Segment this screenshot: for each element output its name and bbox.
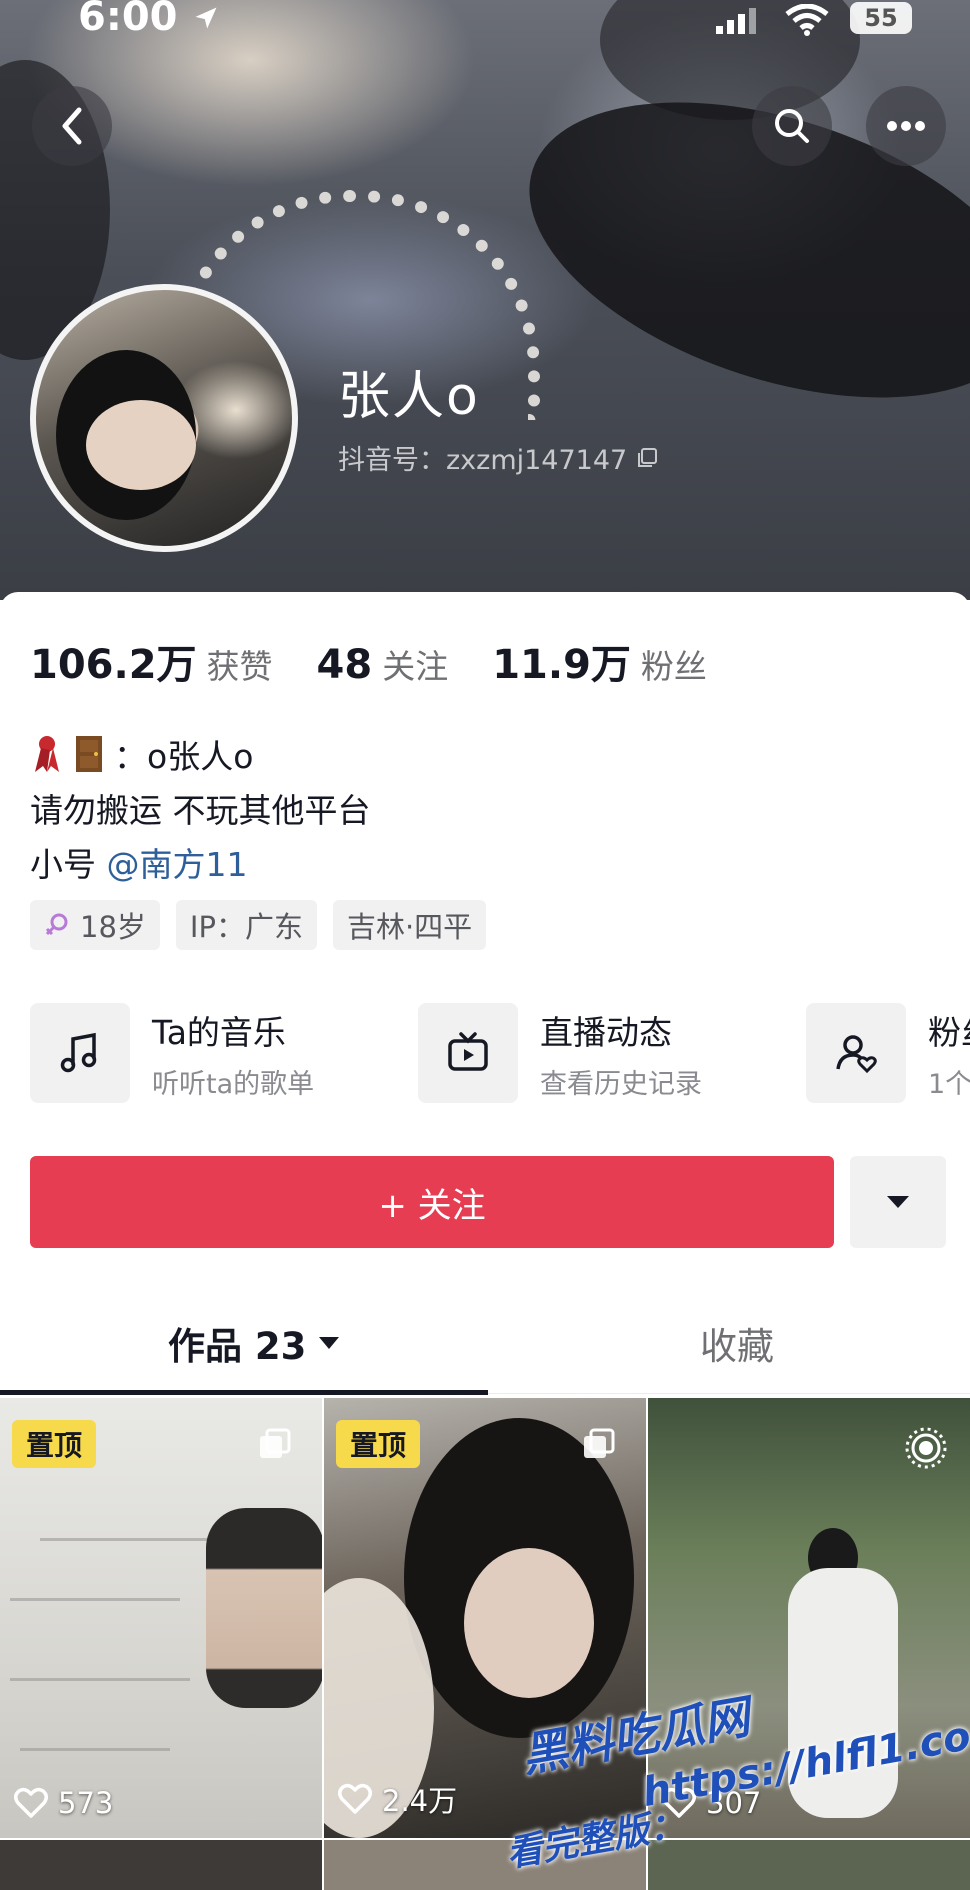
video-tile[interactable]: [0, 1840, 322, 1890]
music-note-icon: [60, 1032, 97, 1073]
status-bar: 6:00 55: [0, 0, 970, 40]
heart-icon: [338, 1783, 372, 1814]
tv-icon: [448, 1032, 488, 1071]
active-tab-indicator: [0, 1390, 488, 1395]
feature-fan-group[interactable]: 粉丝 1个: [806, 1003, 970, 1103]
video-likes-count: 2.4万: [382, 1784, 458, 1818]
douyin-id-text: 抖音号：zxzmj147147: [338, 445, 628, 476]
tab-works-label: 作品 23: [168, 1325, 307, 1368]
status-time: 6:00: [78, 0, 178, 40]
feature-live-history[interactable]: 直播动态 查看历史记录: [418, 1003, 702, 1103]
feature-shortcuts: Ta的音乐 听听ta的歌单 直播动态 查看历史记录 粉丝 1个: [30, 1003, 970, 1107]
heart-icon: [14, 1787, 48, 1818]
stat-followers-value[interactable]: 11.9万: [492, 632, 631, 690]
back-button[interactable]: [32, 86, 112, 166]
search-icon: [775, 109, 809, 143]
profile-tags: 18岁 IP：广东 吉林·四平: [30, 900, 487, 950]
feature-music-title: Ta的音乐: [152, 1012, 286, 1052]
tab-works[interactable]: 作品 23: [168, 1316, 340, 1370]
bio-line-1: ：o张人o: [30, 730, 253, 778]
video-likes: 573: [14, 1786, 113, 1820]
video-grid: 置顶 573 置顶 2.4万 307: [0, 1398, 970, 1890]
bio-line-3: 小号 @南方11: [30, 838, 248, 886]
profile-stats: 106.2万 获赞 48 关注 11.9万 粉丝: [30, 632, 751, 690]
fan-group-icon: [836, 1035, 877, 1074]
wifi-icon: [785, 4, 829, 36]
ip-tag: IP：广东: [175, 900, 317, 950]
feature-live-subtitle: 查看历史记录: [540, 1068, 702, 1100]
bio-line-2: 请勿搬运 不玩其他平台: [30, 791, 371, 830]
chevron-left-icon: [62, 107, 82, 145]
recommend-dropdown-button[interactable]: [850, 1156, 946, 1248]
stat-following-value[interactable]: 48: [317, 642, 373, 688]
follow-button[interactable]: + 关注: [30, 1156, 834, 1248]
age-tag: 18岁: [30, 900, 160, 950]
feature-music[interactable]: Ta的音乐 听听ta的歌单: [30, 1003, 314, 1103]
feature-fan-subtitle: 1个: [928, 1068, 970, 1100]
multi-image-icon: [260, 1428, 291, 1458]
multi-image-icon: [584, 1428, 615, 1458]
video-likes-count: 573: [58, 1786, 114, 1820]
stat-following-label[interactable]: 关注: [382, 640, 448, 688]
door-icon: [76, 736, 102, 772]
video-likes: 2.4万: [338, 1778, 457, 1820]
douyin-id[interactable]: 抖音号：zxzmj147147: [338, 438, 659, 477]
location-tag: 吉林·四平: [332, 900, 487, 950]
pinned-badge: 置顶: [12, 1420, 97, 1468]
location-arrow-icon: [195, 7, 217, 29]
stat-likes-value: 106.2万: [30, 642, 197, 688]
video-tile[interactable]: [648, 1840, 970, 1890]
tab-favorites[interactable]: 收藏: [700, 1316, 774, 1370]
bio-text-1: ：o张人o: [114, 737, 254, 776]
feature-fan-title: 粉丝: [928, 1012, 970, 1052]
video-tile[interactable]: 置顶 573: [0, 1398, 322, 1838]
triangle-down-icon: [887, 1196, 909, 1208]
search-button[interactable]: [752, 86, 832, 166]
live-photo-icon: [905, 1427, 947, 1469]
female-symbol-icon: [45, 913, 68, 936]
content-tabs: 作品 23 收藏: [0, 1302, 970, 1395]
feature-music-subtitle: 听听ta的歌单: [152, 1068, 315, 1100]
red-ribbon-icon: [35, 736, 59, 772]
battery-indicator: 55: [850, 2, 912, 34]
age-text: 18岁: [80, 910, 146, 944]
cellular-signal-icon: [716, 8, 756, 34]
bio-alt-account-prefix: 小号: [30, 845, 96, 884]
pinned-badge: 置顶: [336, 1420, 421, 1468]
avatar[interactable]: [30, 284, 298, 552]
alt-account-mention-link[interactable]: @南方11: [107, 845, 248, 884]
caret-down-icon: [319, 1337, 340, 1349]
copy-icon[interactable]: [635, 446, 659, 470]
stat-likes-label: 获赞: [206, 647, 273, 686]
more-options-button[interactable]: [866, 86, 946, 166]
ellipsis-icon: [887, 121, 925, 131]
profile-name: 张人o: [338, 367, 480, 427]
stat-followers-label[interactable]: 粉丝: [641, 640, 707, 688]
feature-live-title: 直播动态: [540, 1012, 672, 1052]
